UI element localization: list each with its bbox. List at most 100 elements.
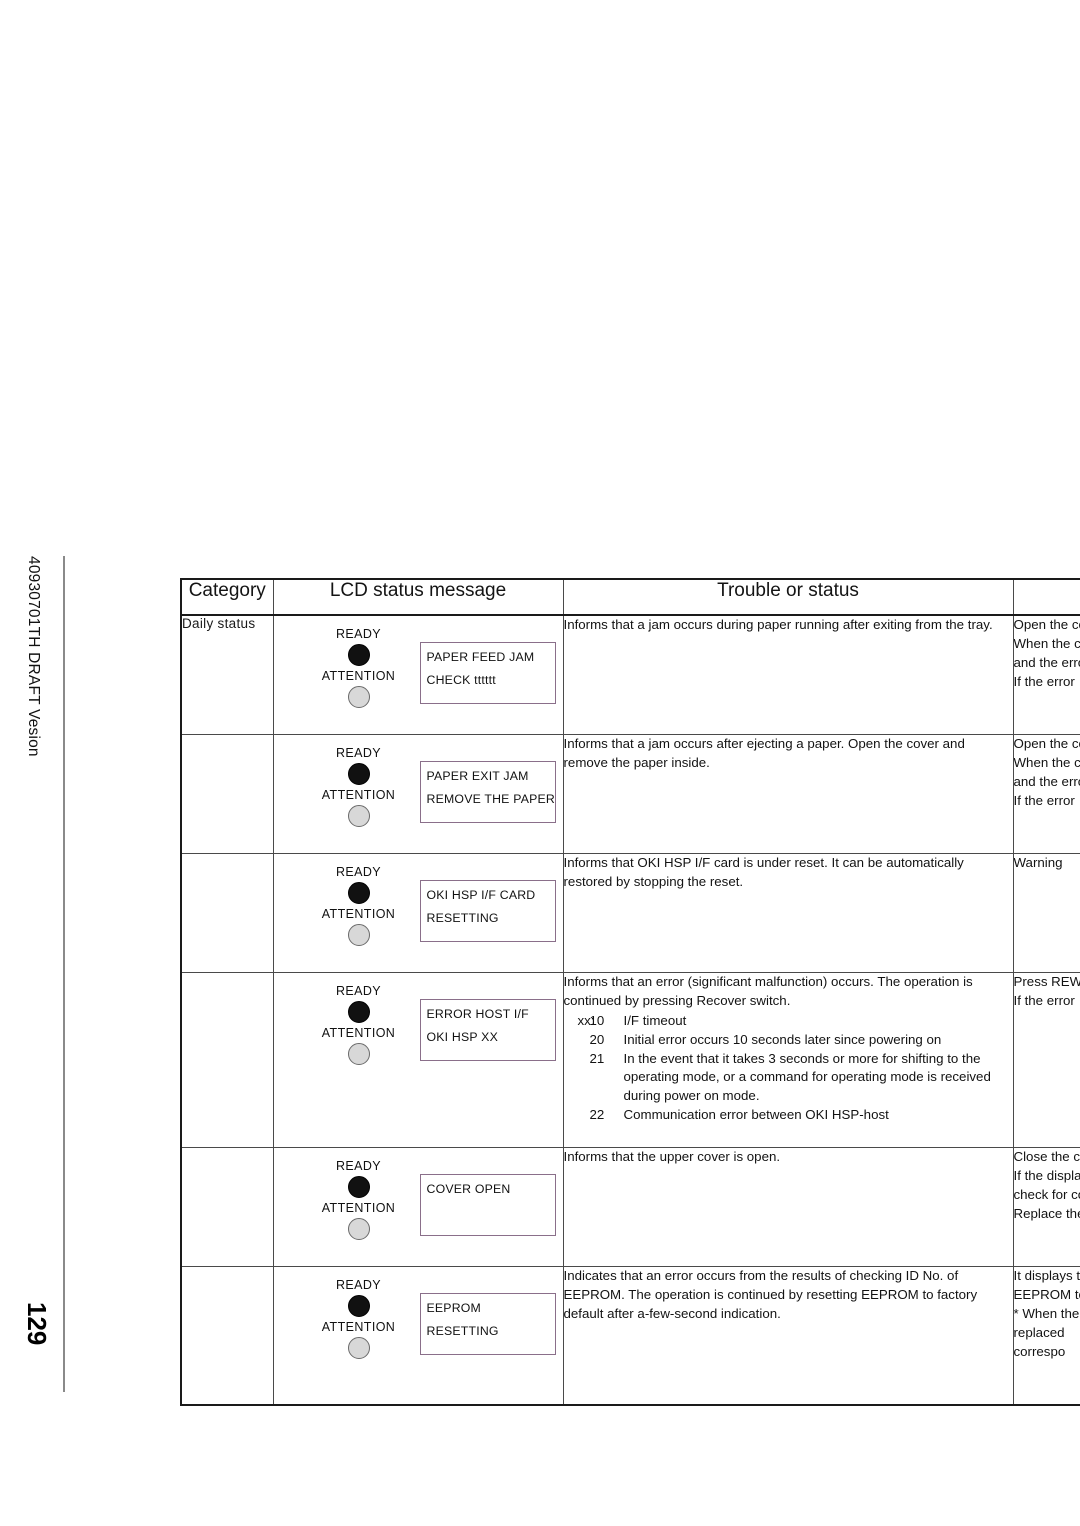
lamp-group: READY ATTENTION — [310, 865, 408, 950]
cell-category — [180, 972, 274, 1148]
list-item: 22 Communication error between OKI HSP-h… — [564, 1106, 1013, 1125]
remedy-line: Press REW — [1013, 974, 1080, 989]
lcd-display-line: OKI HSP I/F CARD — [426, 888, 536, 902]
trouble-description: Informs that OKI HSP I/F card is under r… — [563, 855, 964, 889]
attention-lamp-label: ATTENTION — [321, 907, 396, 922]
list-item: 20 Initial error occurs 10 seconds later… — [564, 1031, 1013, 1050]
attention-lamp-indicator — [347, 1043, 370, 1066]
attention-lamp-label: ATTENTION — [321, 1201, 396, 1216]
error-code: 10 — [589, 1012, 605, 1028]
table-row: READY ATTENTION OKI HSP I/F CARD RESETTI… — [180, 853, 1080, 973]
cell-trouble-or-status: Informs that OKI HSP I/F card is under r… — [562, 853, 1014, 973]
ready-lamp-label: READY — [335, 984, 382, 998]
error-code-prefix: xx: — [577, 1012, 595, 1028]
cell-category: Daily status — [180, 614, 274, 735]
cell-remedy: Close the co If the displa check for co … — [1012, 1147, 1080, 1267]
cell-lcd-status-message: READY ATTENTION PAPER EXIT JAM REMOVE TH… — [272, 734, 564, 854]
cell-category — [180, 853, 274, 973]
lamp-group: READY ATTENTION — [310, 1159, 408, 1244]
remedy-line: If the error — [1013, 992, 1075, 1008]
error-code: 20 — [589, 1031, 605, 1047]
attention-lamp-indicator — [347, 1337, 370, 1360]
column-header-category: Category — [180, 578, 274, 616]
lcd-display-line: RESETTING — [426, 911, 499, 926]
cell-remedy: Open the co When the c and the erro If t… — [1012, 734, 1080, 854]
lcd-display-line: PAPER FEED JAM — [426, 650, 535, 664]
cell-trouble-or-status: Informs that an error (significant malfu… — [562, 972, 1014, 1148]
ready-lamp-label: READY — [335, 1278, 382, 1292]
cell-lcd-status-message: READY ATTENTION OKI HSP I/F CARD RESETTI… — [272, 853, 564, 973]
lcd-display-line: COVER OPEN — [426, 1182, 511, 1196]
cell-remedy: Warning — [1012, 853, 1080, 973]
ready-lamp-label: READY — [335, 746, 382, 760]
cell-category — [180, 1266, 274, 1405]
ready-lamp-indicator — [347, 1295, 370, 1318]
remedy-line: and the erro — [1013, 773, 1080, 789]
remedy-line: If the error — [1013, 792, 1075, 808]
ready-lamp-label: READY — [335, 865, 382, 879]
list-item: xx: 10 I/F timeout — [564, 1012, 1013, 1031]
trouble-description: Informs that an error (significant malfu… — [563, 974, 973, 1008]
ready-lamp-indicator — [347, 644, 370, 667]
cell-trouble-or-status: Informs that a jam occurs during paper r… — [562, 614, 1014, 735]
lcd-display-box: COVER OPEN — [419, 1174, 556, 1236]
error-code-text: Initial error occurs 10 seconds later si… — [623, 1031, 942, 1047]
remedy-line: Replace the — [1013, 1205, 1080, 1221]
ready-lamp-label: READY — [335, 1159, 382, 1173]
cell-category — [180, 1147, 274, 1267]
remedy-line: and the erro — [1013, 654, 1080, 670]
attention-lamp-indicator — [347, 924, 370, 947]
table-row: READY ATTENTION COVER OPEN Informs that … — [180, 1147, 1080, 1267]
error-code: 22 — [589, 1107, 605, 1123]
lcd-display-line: PAPER EXIT JAM — [426, 769, 529, 783]
attention-lamp-label: ATTENTION — [321, 1320, 396, 1335]
error-code-list: xx: 10 I/F timeout 20 Initial error occu… — [564, 1012, 1013, 1125]
ready-lamp-label: READY — [335, 627, 382, 641]
attention-lamp-indicator — [347, 686, 370, 709]
cell-lcd-status-message: READY ATTENTION COVER OPEN — [272, 1147, 564, 1267]
cell-remedy: Press REW If the error — [1012, 972, 1080, 1148]
cell-category — [180, 734, 274, 854]
cell-trouble-or-status: Informs that a jam occurs after ejecting… — [562, 734, 1014, 854]
cell-remedy: Open the co When the c and the erro If t… — [1012, 614, 1080, 735]
page-number: 129 — [22, 1302, 52, 1346]
status-message-table: Category LCD status message Trouble or s… — [180, 578, 1080, 1406]
remedy-line: Open the co — [1013, 617, 1080, 632]
remedy-line: It displays t — [1013, 1268, 1080, 1283]
trouble-description: Informs that the upper cover is open. — [563, 1149, 781, 1164]
remedy-line: If the displa — [1013, 1167, 1080, 1183]
attention-lamp-label: ATTENTION — [321, 788, 396, 803]
remedy-line: When the c — [1013, 754, 1080, 770]
lcd-display-line: OKI HSP XX — [426, 1030, 498, 1045]
lcd-display-line: RESETTING — [426, 1324, 499, 1339]
lcd-display-line: EEPROM — [426, 1301, 481, 1315]
lcd-display-line: ERROR HOST I/F — [426, 1007, 529, 1021]
table-row: READY ATTENTION EEPROM RESETTING Indicat… — [180, 1266, 1080, 1405]
error-code: 21 — [589, 1050, 605, 1066]
lamp-group: READY ATTENTION — [310, 746, 408, 831]
ready-lamp-indicator — [347, 882, 370, 905]
ready-lamp-indicator — [347, 763, 370, 786]
lcd-display-box: PAPER FEED JAM CHECK tttttt — [419, 642, 556, 704]
trouble-description: Indicates that an error occurs from the … — [563, 1268, 978, 1321]
attention-lamp-indicator — [347, 805, 370, 828]
column-header-lcd-status-message: LCD status message — [272, 578, 564, 616]
lcd-display-line: CHECK tttttt — [426, 673, 496, 688]
lcd-display-line: REMOVE THE PAPER — [426, 792, 555, 807]
lamp-group: READY ATTENTION — [310, 984, 408, 1069]
list-item: 21 In the event that it takes 3 seconds … — [564, 1050, 1013, 1107]
draft-version-note: 40930701TH DRAFT Vesion — [25, 556, 42, 757]
cell-trouble-or-status: Indicates that an error occurs from the … — [562, 1266, 1014, 1405]
attention-lamp-indicator — [347, 1218, 370, 1241]
error-code-text: In the event that it takes 3 seconds or … — [623, 1050, 991, 1104]
error-code-text: Communication error between OKI HSP-host — [623, 1107, 889, 1123]
remedy-line: Warning — [1013, 855, 1063, 870]
cell-lcd-status-message: READY ATTENTION PAPER FEED JAM CHECK ttt… — [272, 614, 564, 735]
attention-lamp-label: ATTENTION — [321, 669, 396, 684]
attention-lamp-label: ATTENTION — [321, 1026, 396, 1041]
status-message-table-wrapper: Category LCD status message Trouble or s… — [180, 578, 1080, 1406]
cell-trouble-or-status: Informs that the upper cover is open. — [562, 1147, 1014, 1267]
cell-lcd-status-message: READY ATTENTION ERROR HOST I/F OKI HSP X… — [272, 972, 564, 1148]
remedy-line: When the c — [1013, 635, 1080, 651]
column-header-remedy — [1012, 578, 1080, 616]
